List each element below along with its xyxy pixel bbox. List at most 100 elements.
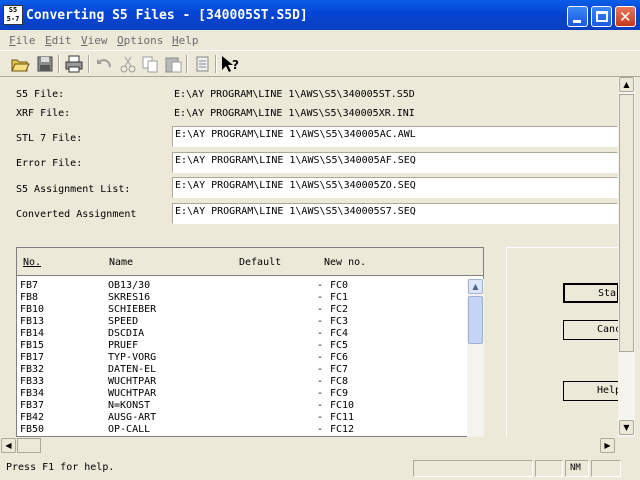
cell-new-no: FC3 xyxy=(330,316,349,327)
table-row[interactable]: FB33 WUCHTPAR - FC8 xyxy=(17,376,467,388)
window-scroll-thumb[interactable] xyxy=(619,94,634,352)
undo-icon[interactable] xyxy=(94,54,114,74)
cell-new-no: FC7 xyxy=(330,364,349,375)
cell-no: FB42 xyxy=(20,412,45,423)
help-button[interactable]: Help xyxy=(563,381,619,401)
print-icon[interactable] xyxy=(64,54,84,74)
cell-name: TYP-VORG xyxy=(108,352,157,363)
cell-default: - xyxy=(317,388,324,399)
horizontal-scrollbar[interactable]: ◀ ▶ xyxy=(0,437,618,455)
cancel-button[interactable]: Cancel xyxy=(563,320,619,340)
stl-file-field[interactable]: E:\AY PROGRAM\LINE 1\AWS\S5\340005AC.AWL xyxy=(172,126,618,147)
cell-name: WUCHTPAR xyxy=(108,376,157,387)
cell-default: - xyxy=(317,280,324,291)
cell-name: SKRES16 xyxy=(108,292,151,303)
cell-default: - xyxy=(317,316,324,327)
toolbar-separator xyxy=(186,55,188,73)
cell-new-no: FC10 xyxy=(330,400,355,411)
header-no[interactable]: No. xyxy=(23,257,41,268)
table-row[interactable]: FB13 SPEED - FC3 xyxy=(17,316,467,328)
table-row[interactable]: FB7 OB13/30 - FC0 xyxy=(17,280,467,292)
stl-file-label: STL 7 File: xyxy=(16,133,83,144)
save-icon[interactable] xyxy=(35,54,55,74)
header-default[interactable]: Default xyxy=(239,257,281,268)
close-icon: ✕ xyxy=(619,8,632,26)
toolbar-separator xyxy=(58,55,60,73)
cell-no: FB17 xyxy=(20,352,45,363)
menu-view[interactable]: View xyxy=(81,34,108,47)
menu-file[interactable]: File xyxy=(9,34,36,47)
open-folder-icon[interactable] xyxy=(10,54,30,74)
cell-new-no: FC5 xyxy=(330,340,349,351)
cell-name: WUCHTPAR xyxy=(108,388,157,399)
assignment-list-label: S5 Assignment List: xyxy=(16,184,131,195)
status-text: Press F1 for help. xyxy=(6,462,115,473)
converted-assignment-label: Converted Assignment xyxy=(16,209,137,220)
table-row[interactable]: FB15 PRUEF - FC5 xyxy=(17,340,467,352)
error-file-label: Error File: xyxy=(16,158,83,169)
table-row[interactable]: FB34 WUCHTPAR - FC9 xyxy=(17,388,467,400)
cell-default: - xyxy=(317,424,324,435)
maximize-button[interactable] xyxy=(591,6,612,27)
menu-bar: File Edit View Options Help xyxy=(0,31,640,49)
window-scroll-up-icon[interactable]: ▲ xyxy=(619,77,634,92)
start-button[interactable]: Start xyxy=(563,283,619,303)
cell-name: AUSG-ART xyxy=(108,412,157,423)
toolbar: ? xyxy=(0,50,640,77)
horizontal-scroll-thumb[interactable] xyxy=(17,438,41,453)
cell-default: - xyxy=(317,292,324,303)
cell-new-no: FC12 xyxy=(330,424,355,435)
block-list[interactable]: No. Name Default New no. FB7 OB13/30- FC0 F… xyxy=(16,247,484,437)
menu-edit[interactable]: Edit xyxy=(45,34,72,47)
list-vertical-scrollbar[interactable]: ▲ xyxy=(467,279,484,437)
paste-icon[interactable] xyxy=(163,54,183,74)
scroll-right-icon[interactable]: ▶ xyxy=(600,438,615,453)
main-window: S5 5-7 Converting S5 Files - [340005ST.S5… xyxy=(0,0,640,480)
table-row[interactable]: FB8 SKRES16 - FC1 xyxy=(17,292,467,304)
table-row[interactable]: FB17 TYP-VORG - FC6 xyxy=(17,352,467,364)
xrf-file-label: XRF File: xyxy=(16,108,71,119)
status-bar: Press F1 for help. NM xyxy=(0,458,640,480)
cell-name: SPEED xyxy=(108,316,139,327)
menu-options[interactable]: Options xyxy=(117,34,163,47)
app-icon: S5 5-7 xyxy=(3,5,23,25)
menu-help[interactable]: Help xyxy=(172,34,199,47)
copy-icon[interactable] xyxy=(140,54,160,74)
cell-new-no: FC1 xyxy=(330,292,349,303)
cell-no: FB14 xyxy=(20,328,45,339)
header-new-no[interactable]: New no. xyxy=(324,257,366,268)
button-panel xyxy=(506,247,618,437)
s5-file-value: E:\AY PROGRAM\LINE 1\AWS\S5\340005ST.S5D xyxy=(174,89,415,100)
properties-icon[interactable] xyxy=(192,54,212,74)
cell-name: DSCDIA xyxy=(108,328,145,339)
cell-new-no: FC9 xyxy=(330,388,349,399)
table-row[interactable]: FB37 N=KONST - FC10 xyxy=(17,400,467,412)
cell-name: SCHIEBER xyxy=(108,304,157,315)
scroll-up-icon[interactable]: ▲ xyxy=(468,279,483,294)
converted-assignment-field[interactable]: E:\AY PROGRAM\LINE 1\AWS\S5\340005S7.SEQ xyxy=(172,203,618,224)
table-row[interactable]: FB10 SCHIEBER - FC2 xyxy=(17,304,467,316)
title-bar[interactable]: S5 5-7 Converting S5 Files - [340005ST.S5… xyxy=(0,0,640,30)
list-scroll-thumb[interactable] xyxy=(468,296,483,344)
minimize-button[interactable] xyxy=(567,6,588,27)
table-row[interactable]: FB50 OP-CALL - FC12 xyxy=(17,424,467,436)
assignment-list-field[interactable]: E:\AY PROGRAM\LINE 1\AWS\S5\340005ZO.SEQ xyxy=(172,177,618,198)
cell-default: - xyxy=(317,364,324,375)
context-help-icon[interactable]: ? xyxy=(220,54,240,74)
cut-icon[interactable] xyxy=(118,54,138,74)
error-file-field[interactable]: E:\AY PROGRAM\LINE 1\AWS\S5\340005AF.SEQ xyxy=(172,152,618,173)
window-scroll-down-icon[interactable]: ▼ xyxy=(619,420,634,435)
scroll-left-icon[interactable]: ◀ xyxy=(1,438,16,453)
cell-no: FB15 xyxy=(20,340,45,351)
cell-new-no: FC0 xyxy=(330,280,349,291)
table-row[interactable]: FB14 DSCDIA - FC4 xyxy=(17,328,467,340)
close-button[interactable]: ✕ xyxy=(615,6,636,27)
table-row[interactable]: FB32 DATEN-EL - FC7 xyxy=(17,364,467,376)
cell-default: - xyxy=(317,352,324,363)
table-row[interactable]: FB42 AUSG-ART - FC11 xyxy=(17,412,467,424)
header-name[interactable]: Name xyxy=(109,257,133,268)
window-vertical-scrollbar[interactable]: ▲ ▼ xyxy=(618,77,635,437)
status-pane xyxy=(413,460,533,477)
maximize-icon xyxy=(596,11,608,22)
toolbar-separator xyxy=(215,55,217,73)
